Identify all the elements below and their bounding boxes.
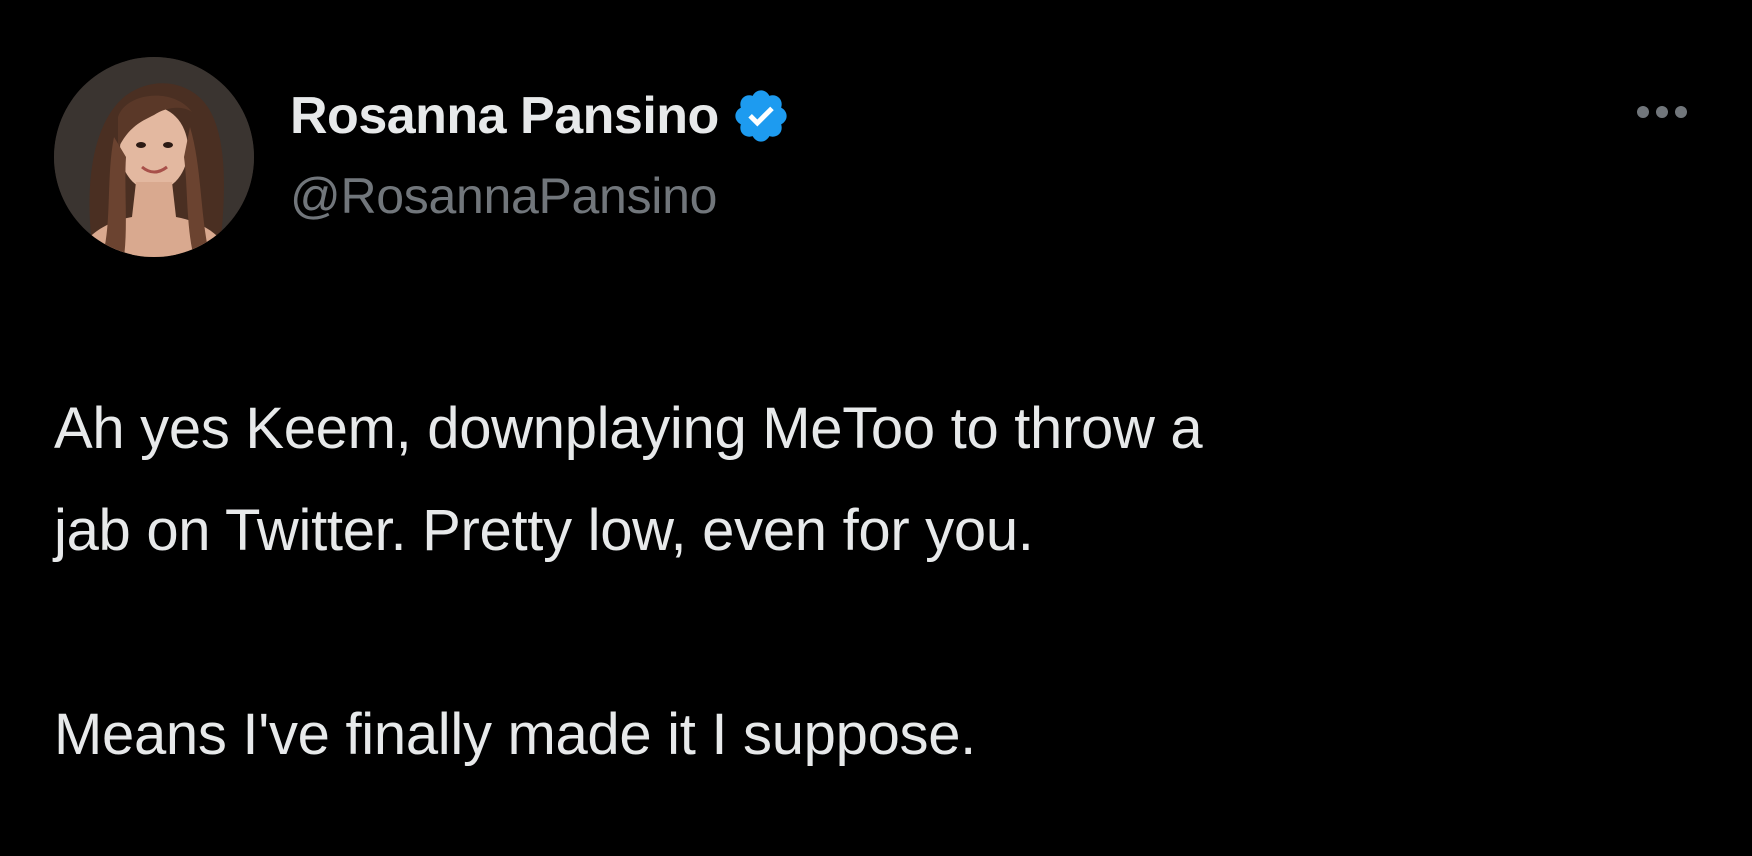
tweet-line: Ah yes Keem, downplaying MeToo to throw … — [54, 396, 1203, 461]
verified-checkmark-icon[interactable] — [731, 86, 791, 146]
author-display-name[interactable]: Rosanna Pansino — [290, 86, 719, 146]
author-name-row: Rosanna Pansino — [290, 84, 791, 148]
more-options-dot — [1675, 106, 1687, 118]
tweet-line: jab on Twitter. Pretty low, even for you… — [54, 498, 1034, 563]
tweet-card: Rosanna Pansino @RosannaPansino Ah yes K… — [0, 0, 1752, 856]
profile-photo-icon — [54, 57, 254, 257]
more-options-button[interactable] — [1622, 92, 1702, 132]
tweet-body: Ah yes Keem, downplaying MeToo to throw … — [54, 378, 1694, 786]
tweet-line: Means I've finally made it I suppose. — [54, 702, 976, 767]
author-handle[interactable]: @RosannaPansino — [290, 167, 717, 225]
more-options-icon — [1637, 106, 1649, 118]
more-options-dot — [1656, 106, 1668, 118]
avatar[interactable] — [54, 57, 254, 257]
